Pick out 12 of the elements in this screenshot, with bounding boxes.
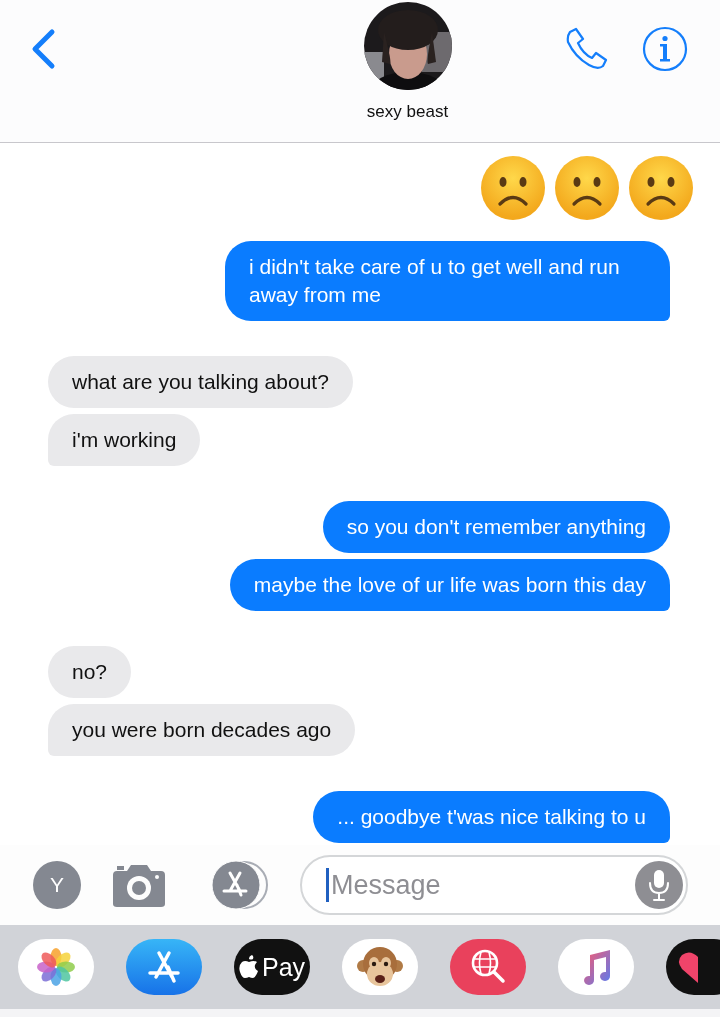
message-bubble: what are you talking about? <box>48 356 353 408</box>
message-bubble: so you don't remember anything <box>322 501 670 553</box>
pay-button[interactable]: Pay <box>234 939 310 995</box>
message-bubble: ... goodbye t'was nice talking to u <box>313 791 670 843</box>
message-bubble: i didn't take care of u to get well and run away from me <box>225 241 670 321</box>
contact-name: sexy beast <box>366 102 449 122</box>
message-bubble: i'm working <box>48 414 201 466</box>
message-bubble: no? <box>48 646 132 698</box>
message-bubble: maybe the love of ur life was born this day <box>229 559 670 611</box>
message-bubble: you were born decades ago <box>48 704 356 756</box>
avatar-button[interactable]: Y <box>33 861 81 909</box>
message-field[interactable]: Message <box>300 855 688 915</box>
